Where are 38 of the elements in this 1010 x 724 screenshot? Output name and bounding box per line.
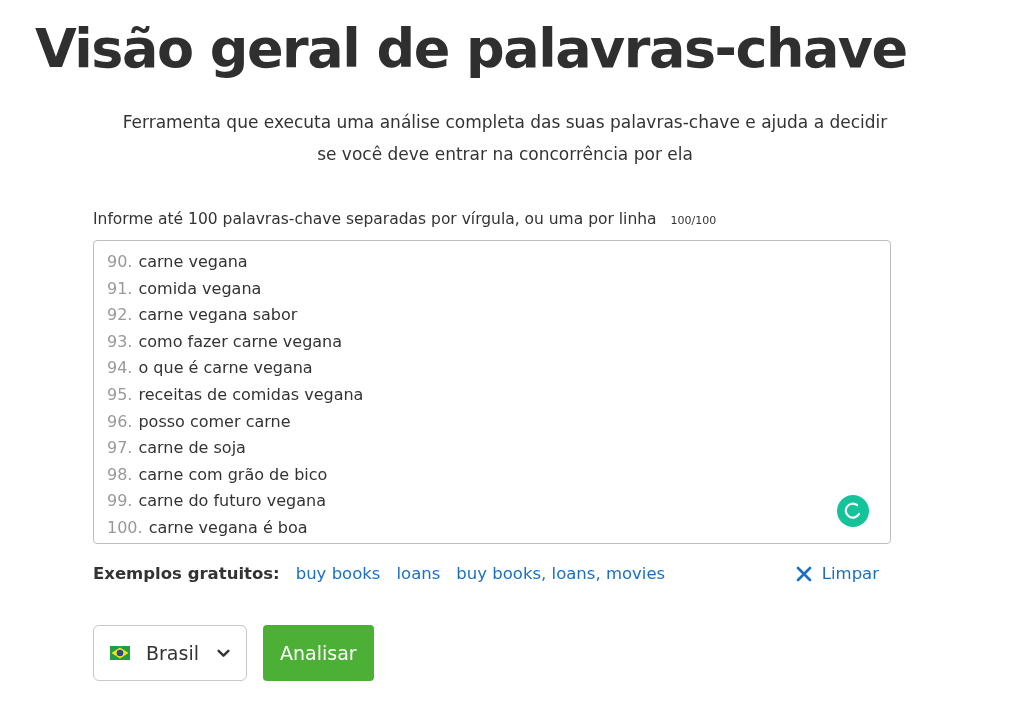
keyword-text: carne vegana (138, 252, 248, 271)
line-number: 100. (107, 517, 143, 537)
input-label: Informe até 100 palavras-chave separadas por vírgula, ou uma por linha (93, 210, 657, 228)
line-number: 91. (107, 278, 133, 298)
line-number: 97. (107, 438, 133, 458)
line-number: 92. (107, 305, 133, 325)
close-icon (795, 565, 812, 582)
keyword-text: como fazer carne vegana (138, 331, 343, 351)
character-counter: 100/100 (670, 214, 717, 227)
example-link[interactable]: buy books (295, 564, 381, 583)
country-dropdown[interactable]: Brasil (93, 625, 247, 681)
keyword-text: carne de soja (138, 438, 246, 458)
keyword-text: carne vegana é boa (148, 517, 308, 537)
keyword-text: posso comer carne (138, 411, 291, 431)
keyword-text: carne com grão de bico (138, 464, 328, 484)
line-number: 96. (107, 411, 133, 431)
line-number: 90. (107, 252, 133, 271)
line-number: 99. (107, 491, 133, 511)
line-number: 95. (107, 384, 133, 404)
line-number: 94. (107, 358, 133, 378)
keyword-text: o que é carne vegana (138, 358, 313, 378)
keyword-text: carne vegana sabor (138, 305, 298, 325)
clear-button[interactable]: Limpar (795, 564, 879, 583)
page-title: Visão geral de palavras-chave (35, 16, 908, 82)
example-link[interactable]: loans (396, 564, 441, 583)
line-number: 93. (107, 331, 133, 351)
description-text: Ferramenta que executa uma análise completa das suas palavras-chave e ajuda a decidir se você deve entrar na concorrência por ela (121, 111, 889, 166)
example-link[interactable]: buy books, loans, movies (456, 564, 666, 583)
keyword-text: carne do futuro vegana (138, 491, 326, 511)
keyword-input[interactable] (93, 240, 891, 544)
examples-label: Exemplos gratuitos: (93, 564, 280, 583)
flag-icon (110, 646, 130, 660)
analyze-button[interactable]: Analisar (263, 625, 374, 681)
keyword-text: comida vegana (138, 278, 262, 298)
caret-icon (217, 648, 230, 658)
assistant-icon[interactable] (837, 495, 869, 527)
keyword-text: receitas de comidas vegana (138, 384, 364, 404)
line-number: 98. (107, 464, 133, 484)
